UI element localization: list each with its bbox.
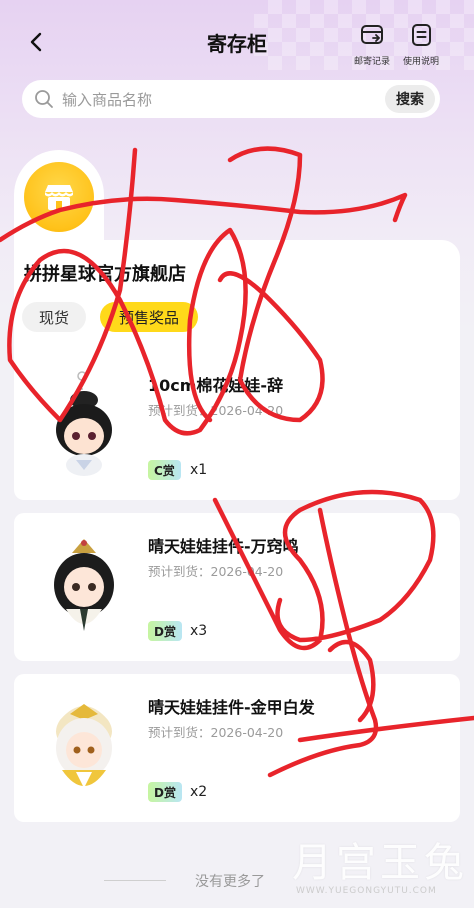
no-more-text: 没有更多了 xyxy=(195,874,265,890)
product-image xyxy=(46,370,124,480)
watermark-url: WWW.YUEGONGYUTU.COM xyxy=(296,886,437,896)
item-arrival-date: 预计到货：2026-04-20 xyxy=(148,725,284,740)
item-quantity: x2 xyxy=(190,784,208,800)
item-quantity: x3 xyxy=(190,623,208,639)
mail-record-button[interactable]: 邮寄记录 xyxy=(348,22,396,67)
doll-charm-gold-armor-icon xyxy=(56,704,112,788)
document-icon xyxy=(412,24,431,46)
search-input[interactable]: 输入商品名称 xyxy=(62,89,152,110)
search-icon xyxy=(35,90,53,108)
store-logo[interactable] xyxy=(24,162,94,232)
grade-badge: D赏 xyxy=(148,621,182,641)
grade-badge: D赏 xyxy=(148,782,182,802)
item-title: 晴天娃娃挂件-金甲白发 xyxy=(148,698,315,717)
search-button[interactable]: 搜索 xyxy=(385,85,435,113)
mail-record-icon xyxy=(361,25,383,44)
back-button[interactable] xyxy=(20,26,52,58)
watermark: 月宫玉兔 WWW.YUEGONGYUTU.COM xyxy=(292,830,468,906)
plush-doll-black-hair-icon xyxy=(56,371,112,476)
item-arrival-date: 预计到货：2026-04-20 xyxy=(148,403,284,418)
storefront-icon xyxy=(45,185,73,210)
divider xyxy=(104,880,166,881)
item-arrival-date: 预计到货：2026-04-20 xyxy=(148,564,284,579)
item-title: 10cm棉花娃娃-辞 xyxy=(148,376,284,395)
watermark-text: 月宫玉兔 xyxy=(292,840,468,886)
item-title: 晴天娃娃挂件-万窍鸣 xyxy=(148,537,299,556)
grade-badge: C赏 xyxy=(148,460,181,480)
tab-in-stock[interactable]: 现货 xyxy=(22,302,86,332)
list-item[interactable]: 10cm棉花娃娃-辞 预计到货：2026-04-20 C赏 x1 xyxy=(14,352,460,500)
list-item[interactable]: 晴天娃娃挂件-万窍鸣 预计到货：2026-04-20 D赏 x3 xyxy=(14,513,460,661)
product-image xyxy=(46,531,124,641)
item-quantity: x1 xyxy=(190,462,208,478)
doll-charm-dark-hair-icon xyxy=(54,539,114,631)
usage-guide-button[interactable]: 使用说明 xyxy=(397,22,445,67)
list-item[interactable]: 晴天娃娃挂件-金甲白发 预计到货：2026-04-20 D赏 x2 xyxy=(14,674,460,822)
mail-record-label: 邮寄记录 xyxy=(353,57,390,67)
tab-presale-prizes[interactable]: 预售奖品 xyxy=(100,302,198,332)
chevron-left-icon xyxy=(30,32,42,52)
product-image xyxy=(46,692,124,802)
search-bar: 输入商品名称 搜索 xyxy=(22,80,440,118)
top-bar: 寄存柜 邮寄记录 使用说明 xyxy=(0,18,474,68)
store-name[interactable]: 拼拼星球官方旗舰店 xyxy=(24,260,186,286)
usage-guide-label: 使用说明 xyxy=(402,57,439,67)
